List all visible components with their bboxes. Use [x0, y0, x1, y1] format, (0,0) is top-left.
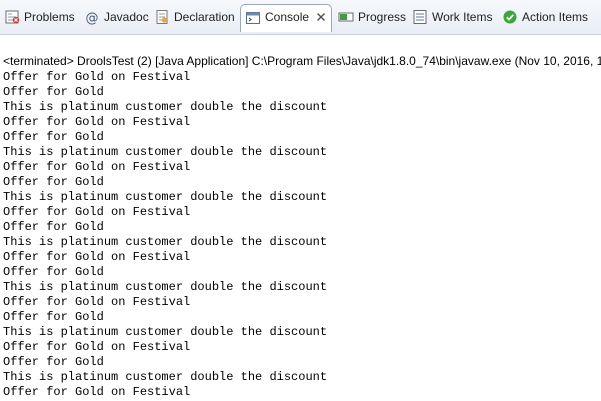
tab-progress-label: Progress — [358, 10, 407, 24]
console-output[interactable]: Offer for Gold on Festival Offer for Gol… — [3, 70, 601, 401]
process-status-line: <terminated> DroolsTest (2) [Java Applic… — [3, 54, 601, 68]
console-line: Offer for Gold — [3, 355, 104, 369]
tab-progress[interactable]: Progress — [338, 6, 420, 28]
tab-declaration[interactable]: Declaration — [154, 6, 238, 28]
console-line: Offer for Gold — [3, 220, 104, 234]
console-line: Offer for Gold on Festival — [3, 295, 191, 309]
console-icon — [246, 12, 260, 24]
tab-javadoc[interactable]: @ Javadoc — [84, 6, 149, 28]
console-line: Offer for Gold on Festival — [3, 160, 191, 174]
console-line: Offer for Gold on Festival — [3, 385, 191, 399]
console-line: Offer for Gold on Festival — [3, 340, 191, 354]
declaration-icon — [156, 10, 168, 24]
view-tab-bar: Problems @ Javadoc Declaration Console P… — [0, 0, 601, 35]
tab-javadoc-label: Javadoc — [104, 10, 149, 24]
progress-icon — [338, 12, 354, 22]
work-items-icon — [413, 10, 427, 24]
console-line: This is platinum customer double the dis… — [3, 370, 328, 384]
tab-console-label: Console — [265, 10, 310, 24]
console-line: Offer for Gold — [3, 175, 104, 189]
console-line: This is platinum customer double the dis… — [3, 145, 328, 159]
console-line: Offer for Gold on Festival — [3, 115, 191, 129]
problems-icon — [5, 10, 20, 24]
console-line: Offer for Gold — [3, 130, 104, 144]
console-line: This is platinum customer double the dis… — [3, 190, 328, 204]
console-line: This is platinum customer double the dis… — [3, 325, 328, 339]
console-line: Offer for Gold — [3, 310, 104, 324]
console-line: This is platinum customer double the dis… — [3, 235, 328, 249]
console-line: Offer for Gold on Festival — [3, 205, 191, 219]
svg-text:@: @ — [86, 11, 99, 25]
tab-action-items-label: Action Items — [522, 10, 589, 24]
console-line: This is platinum customer double the dis… — [3, 280, 328, 294]
console-view: Problems @ Javadoc Declaration Console P… — [0, 0, 601, 401]
console-line: Offer for Gold on Festival — [3, 250, 191, 264]
close-icon[interactable] — [315, 11, 327, 23]
tab-work-items[interactable]: Work Items — [412, 6, 496, 28]
tab-action-items[interactable]: Action Items — [502, 6, 596, 28]
tab-problems-label: Problems — [24, 10, 75, 24]
console-line: Offer for Gold — [3, 85, 104, 99]
check-circle-icon — [503, 10, 517, 24]
console-line: This is platinum customer double the dis… — [3, 100, 328, 114]
console-line: Offer for Gold on Festival — [3, 70, 191, 84]
tab-declaration-label: Declaration — [174, 10, 235, 24]
tab-problems[interactable]: Problems — [4, 6, 76, 28]
tab-console[interactable]: Console — [240, 4, 332, 32]
tab-work-items-label: Work Items — [432, 10, 493, 24]
at-sign-icon: @ — [86, 11, 99, 25]
console-line: Offer for Gold — [3, 265, 104, 279]
